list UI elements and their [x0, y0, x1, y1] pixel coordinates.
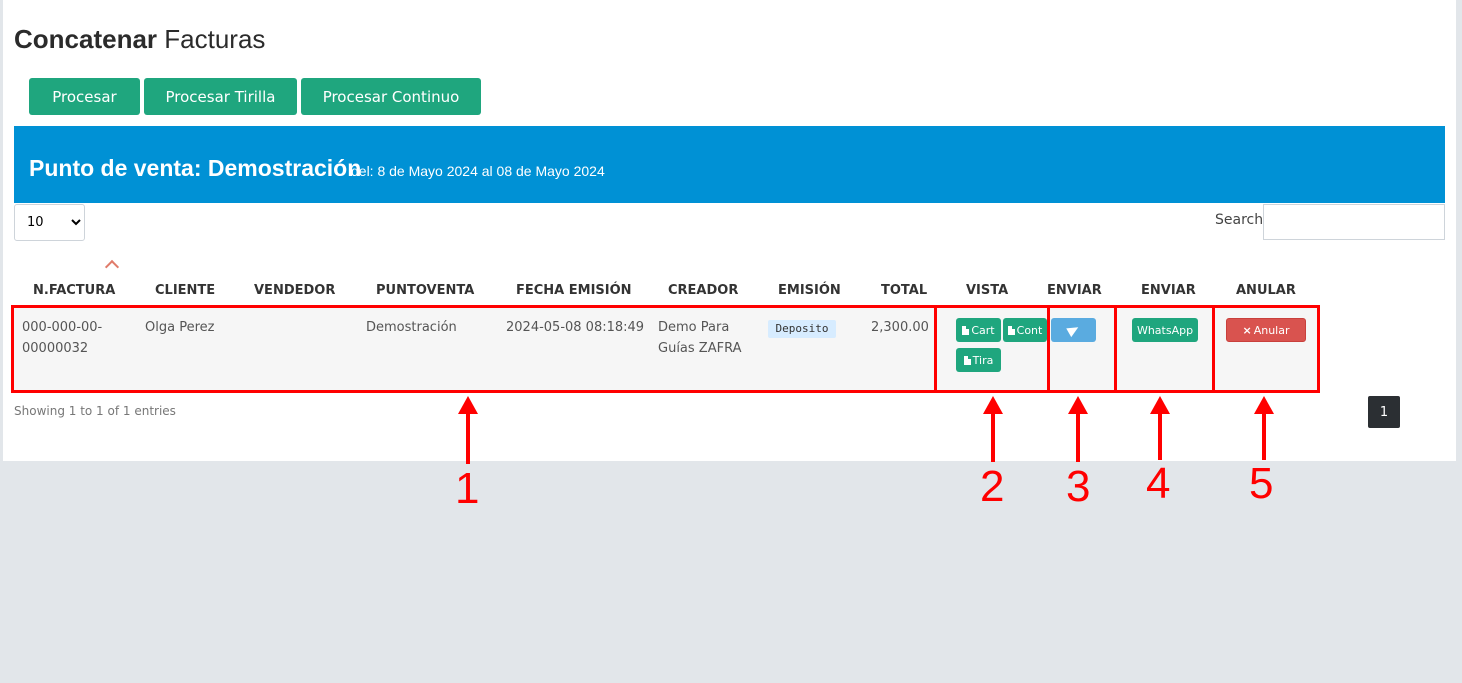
annotation-box-3: [1047, 305, 1117, 393]
annotation-box-2: [934, 305, 1050, 393]
procesar-tirilla-button[interactable]: Procesar Tirilla: [144, 78, 297, 115]
col-header-anular[interactable]: ANULAR: [1236, 283, 1296, 298]
annotation-arrow-4: [1158, 412, 1162, 460]
col-header-emision[interactable]: EMISIÓN: [778, 283, 841, 298]
page-title-rest: Facturas: [164, 24, 266, 54]
col-header-puntoventa[interactable]: PUNTOVENTA: [376, 283, 474, 298]
annotation-number-1: 1: [455, 464, 480, 513]
annotation-number-2: 2: [980, 462, 1005, 511]
search-label: Search:: [1215, 212, 1268, 228]
annotation-number-4: 4: [1146, 459, 1171, 508]
col-header-vendedor[interactable]: VENDEDOR: [254, 283, 335, 298]
col-header-enviar-whatsapp[interactable]: ENVIAR: [1141, 283, 1196, 298]
annotation-number-5: 5: [1249, 459, 1274, 508]
banner-title: Punto de venta: Demostración: [29, 155, 362, 181]
procesar-button[interactable]: Procesar: [29, 78, 140, 115]
pagination-page-1[interactable]: 1: [1368, 396, 1400, 428]
col-header-vista[interactable]: VISTA: [966, 283, 1008, 298]
annotation-arrow-2: [991, 412, 995, 462]
annotation-arrow-3: [1076, 412, 1080, 462]
col-header-creador[interactable]: CREADOR: [668, 283, 738, 298]
annotation-arrow-1: [466, 412, 470, 464]
col-header-cliente[interactable]: CLIENTE: [155, 283, 215, 298]
annotation-number-3: 3: [1066, 462, 1091, 511]
col-header-factura[interactable]: N.FACTURA: [33, 283, 115, 298]
annotation-box-5: [1212, 305, 1320, 393]
annotation-box-4: [1114, 305, 1215, 393]
toolbar: Procesar Procesar Tirilla Procesar Conti…: [29, 78, 481, 115]
annotation-box-1: [11, 305, 937, 393]
col-header-fecha-emision[interactable]: FECHA EMISIÓN: [516, 283, 632, 298]
procesar-continuo-button[interactable]: Procesar Continuo: [301, 78, 481, 115]
table-info: Showing 1 to 1 of 1 entries: [14, 404, 176, 418]
page-title-strong: Concatenar: [14, 24, 158, 54]
page-length-select[interactable]: 10: [14, 204, 85, 241]
annotation-arrow-5: [1262, 412, 1266, 460]
page-title: Concatenar Facturas: [14, 24, 265, 55]
search-input[interactable]: [1263, 204, 1445, 240]
point-of-sale-banner: Punto de venta: Demostración del: 8 de M…: [14, 126, 1445, 203]
banner-date-range: del: 8 de Mayo 2024 al 08 de Mayo 2024: [351, 163, 605, 179]
col-header-total[interactable]: TOTAL: [881, 283, 927, 298]
col-header-enviar-telegram[interactable]: ENVIAR: [1047, 283, 1102, 298]
